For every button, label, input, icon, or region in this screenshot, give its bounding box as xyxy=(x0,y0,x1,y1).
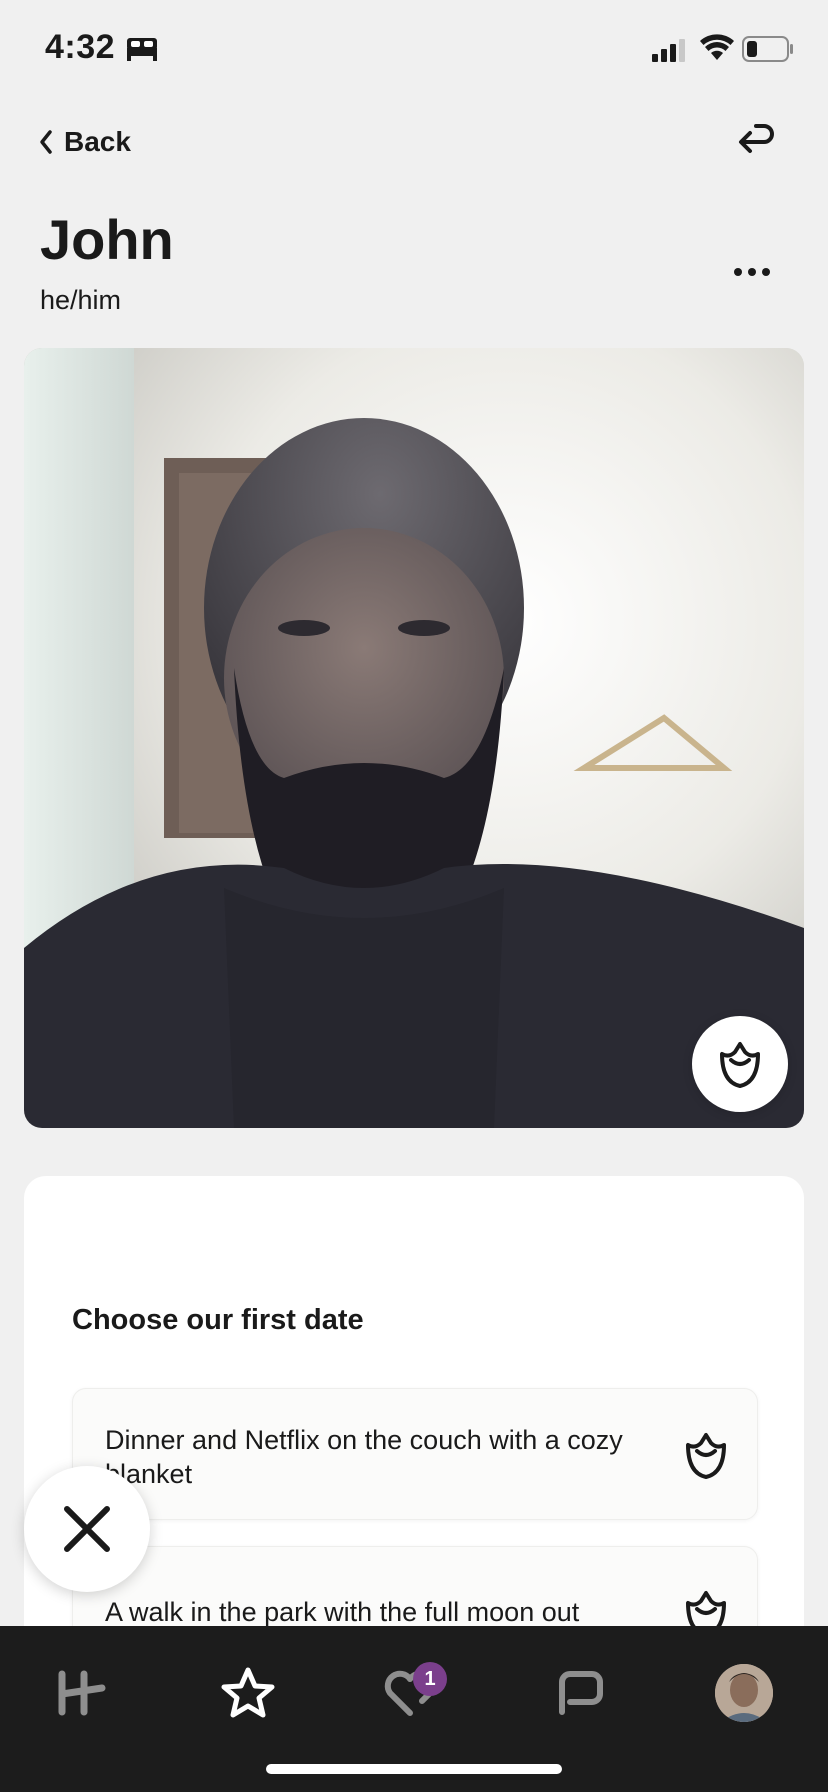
chat-icon xyxy=(559,1671,603,1715)
star-icon xyxy=(221,1667,275,1718)
option-text: Dinner and Netflix on the couch with a c… xyxy=(105,1425,623,1489)
dot xyxy=(762,268,770,276)
status-time: 4:32 xyxy=(45,28,116,66)
status-bar: 4:32 xyxy=(0,0,828,100)
option-text: A walk in the park with the full moon ou… xyxy=(105,1597,580,1627)
tab-messages[interactable] xyxy=(534,1648,624,1738)
rose-button[interactable] xyxy=(692,1016,788,1112)
close-icon xyxy=(64,1506,110,1552)
profile-screen: 4:32 Back John he/him Choose our first d… xyxy=(0,0,828,1792)
avatar xyxy=(715,1664,773,1722)
tab-likes[interactable]: 1 xyxy=(365,1648,455,1738)
prompt-title: Choose our first date xyxy=(72,1304,364,1336)
tab-standouts[interactable] xyxy=(203,1648,293,1738)
avatar-image xyxy=(715,1664,773,1722)
dot xyxy=(734,268,742,276)
back-label: Back xyxy=(64,126,131,157)
tab-profile[interactable] xyxy=(699,1648,789,1738)
rose-icon[interactable] xyxy=(683,1429,729,1481)
chevron-left-icon xyxy=(40,130,52,154)
prompt-option[interactable]: Dinner and Netflix on the couch with a c… xyxy=(72,1388,758,1520)
profile-photo-image xyxy=(24,348,804,1128)
share-arrow-icon[interactable] xyxy=(734,118,776,160)
home-indicator xyxy=(266,1764,562,1774)
more-icon[interactable] xyxy=(728,252,776,292)
battery-icon xyxy=(742,36,793,62)
profile-name: John xyxy=(40,208,174,271)
bed-icon xyxy=(127,38,157,61)
likes-badge: 1 xyxy=(413,1662,447,1696)
profile-photo[interactable] xyxy=(24,348,804,1128)
skip-button[interactable] xyxy=(24,1466,150,1592)
profile-pronouns: he/him xyxy=(40,285,122,315)
hinge-logo-icon xyxy=(58,1670,106,1716)
back-button[interactable]: Back xyxy=(38,122,131,162)
signal-icon xyxy=(652,39,685,62)
rose-icon xyxy=(720,1042,760,1088)
dot xyxy=(748,268,756,276)
wifi-icon xyxy=(700,34,734,60)
tab-discover[interactable] xyxy=(36,1648,126,1738)
